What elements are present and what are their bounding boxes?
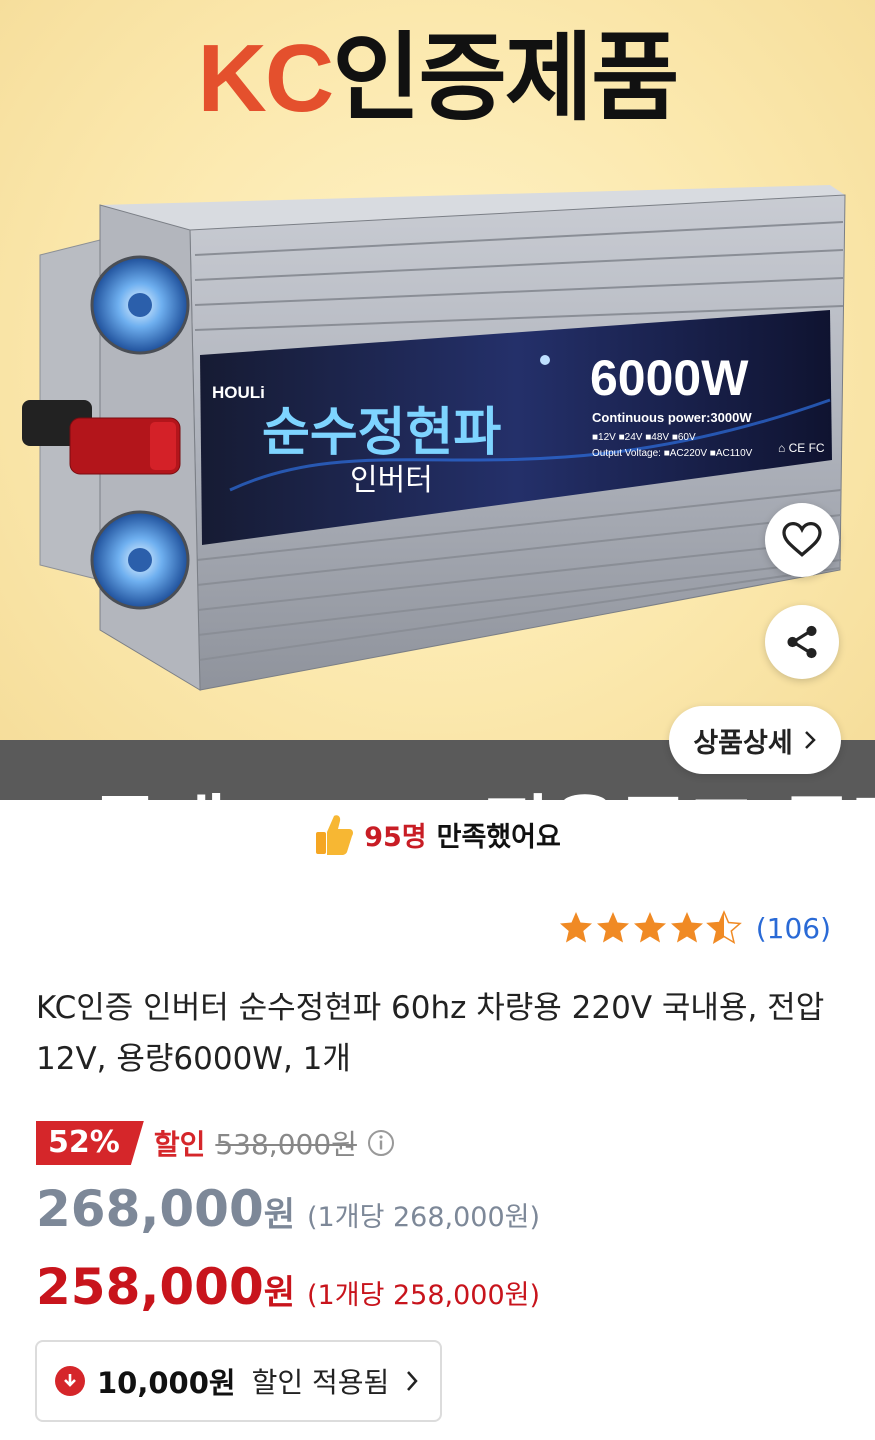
continuous-text: Continuous power:3000W <box>592 410 752 425</box>
discount-row: 52% 할인 538,000원 <box>36 1120 395 1166</box>
discount-label: 할인 <box>153 1128 206 1161</box>
rating[interactable]: (106) <box>558 910 831 946</box>
download-arrow-icon <box>55 1366 85 1396</box>
satisfied-count: 95명 <box>364 821 427 853</box>
sale-price-amount: 258,000 <box>36 1258 264 1316</box>
chevron-right-icon <box>407 1371 418 1391</box>
product-title: KC인증 인버터 순수정현파 60hz 차량용 220V 국내용, 전압12V,… <box>36 990 825 1077</box>
price-amount: 268,000 <box>36 1180 264 1238</box>
price-row: 268,000 원 (1개당 268,000원) <box>36 1180 540 1238</box>
price-per-unit: (1개당 268,000원) <box>307 1202 541 1233</box>
sale-price-row: 258,000 원 (1개당 258,000원) <box>36 1258 540 1316</box>
product-name-text: 순수정현파 <box>262 403 501 463</box>
wattage-text: 6000W <box>590 350 749 406</box>
heart-icon <box>782 522 822 557</box>
inverter-illustration: HOULi 순수정현파 인버터 6000W Continuous power:3… <box>22 185 846 691</box>
thumbs-up-icon <box>316 815 354 855</box>
coupon-text: 할인 적용됨 <box>251 1366 390 1399</box>
sale-price-currency: 원 <box>263 1273 296 1313</box>
info-icon[interactable] <box>367 1129 395 1157</box>
star-full <box>596 912 629 943</box>
wishlist-button[interactable] <box>765 503 839 577</box>
original-price: 538,000원 <box>215 1128 357 1161</box>
share-icon <box>787 625 817 659</box>
cert-text: ⌂ CE FC <box>778 441 825 455</box>
satisfied-text: 만족했어요 <box>436 821 561 853</box>
product-detail-label: 상품상세 <box>693 727 793 759</box>
star-full <box>559 912 592 943</box>
coupon-button[interactable]: 10,000원 할인 적용됨 <box>35 1340 442 1422</box>
satisfaction-banner: 95명 만족했어요 <box>0 812 875 856</box>
product-sub-text: 인버터 <box>350 463 433 498</box>
price-currency: 원 <box>263 1195 296 1235</box>
star-half <box>706 911 741 944</box>
output-text: Output Voltage: ■AC220V ■AC110V <box>592 448 753 459</box>
share-button[interactable] <box>765 605 839 679</box>
star-full <box>670 912 703 943</box>
discount-badge: 52% <box>36 1121 144 1165</box>
coupon-amount: 10,000원 <box>97 1366 236 1400</box>
star-full <box>633 912 666 943</box>
brand-text: HOULi <box>212 383 265 402</box>
product-image[interactable]: KC인증제품 HOULi 순수정현파 인버터 6000W Continuous … <box>0 0 875 800</box>
chevron-right-icon <box>804 731 816 749</box>
review-count[interactable]: (106) <box>756 912 831 945</box>
voltages-text: ■12V ■24V ■48V ■60V <box>592 432 696 443</box>
star-rating-icon <box>559 911 741 944</box>
product-detail-button[interactable]: 상품상세 <box>669 706 841 774</box>
sale-price-per-unit: (1개당 258,000원) <box>307 1280 541 1311</box>
hero-title: KC인증제품 <box>197 22 680 134</box>
